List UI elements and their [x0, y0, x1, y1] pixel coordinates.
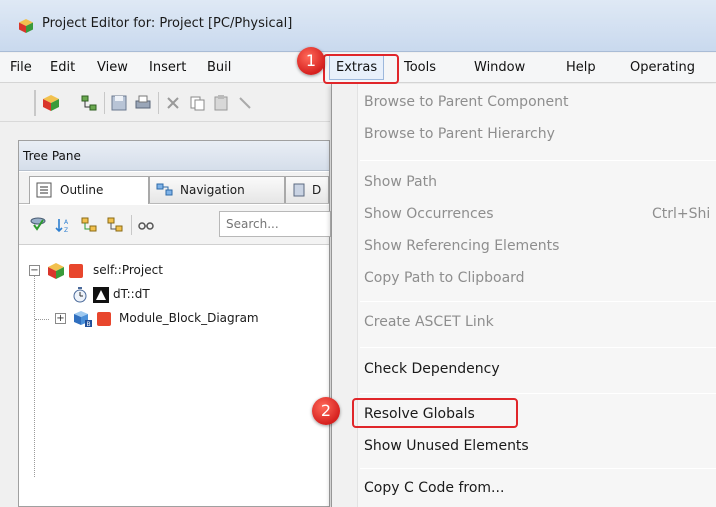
menu-operating[interactable]: Operating: [630, 60, 695, 75]
svg-text:B: B: [87, 321, 91, 328]
expand-tree-icon[interactable]: [81, 217, 99, 233]
project-editor-window: Project Editor for: Project [PC/Physical…: [0, 0, 716, 507]
menu-item-copy-c-code[interactable]: Copy C Code from...: [364, 480, 504, 496]
status-red-icon: [97, 312, 111, 326]
tree-toolbar: AZ: [19, 205, 331, 245]
save-icon[interactable]: [110, 94, 128, 112]
sign-black-icon: [93, 287, 109, 303]
main-toolbar: [0, 84, 330, 122]
menu-separator: [360, 160, 716, 161]
paste-icon[interactable]: [212, 94, 230, 112]
step-badge-2: 2: [312, 397, 340, 425]
module-block-icon: B: [74, 311, 92, 328]
tree-search-input[interactable]: [219, 211, 331, 237]
tab-navigation[interactable]: Navigation: [149, 176, 285, 203]
menu-file[interactable]: File: [10, 60, 32, 75]
database-icon: [293, 183, 305, 197]
expand-toggle[interactable]: +: [55, 313, 66, 324]
menu-edit[interactable]: Edit: [50, 60, 75, 75]
delete-icon[interactable]: [236, 94, 254, 112]
tree-node-label: dT::dT: [113, 287, 150, 301]
step-badge-1: 1: [297, 47, 325, 75]
tab-outline-label: Outline: [60, 183, 104, 197]
menu-item-check-dependency[interactable]: Check Dependency: [364, 361, 500, 377]
window-title: Project Editor for: Project [PC/Physical…: [42, 16, 293, 31]
menu-item-show-referencing-elements[interactable]: Show Referencing Elements: [364, 238, 559, 254]
title-bar: Project Editor for: Project [PC/Physical…: [0, 0, 716, 52]
hierarchy-icon[interactable]: [80, 94, 98, 112]
menu-separator: [360, 468, 716, 469]
timer-icon: [73, 287, 87, 303]
extras-dropdown-menu: Browse to Parent Component Browse to Par…: [331, 84, 716, 507]
project-cube-icon[interactable]: [42, 94, 60, 112]
copy-icon[interactable]: [188, 94, 206, 112]
tab-d-label: D: [312, 183, 322, 197]
tree-pane-tabs: Outline Navigation D: [19, 172, 329, 204]
menu-item-show-path[interactable]: Show Path: [364, 174, 437, 190]
menu-separator: [360, 301, 716, 302]
navigation-icon: [156, 183, 173, 196]
menu-separator: [360, 393, 716, 394]
menu-window[interactable]: Window: [474, 60, 525, 75]
shortcut-show-occurrences: Ctrl+Shi: [652, 206, 711, 222]
menu-item-create-ascet-link[interactable]: Create ASCET Link: [364, 314, 494, 330]
print-icon[interactable]: [134, 94, 152, 112]
menu-help[interactable]: Help: [566, 60, 596, 75]
menu-view[interactable]: View: [97, 60, 128, 75]
svg-text:A: A: [64, 219, 69, 226]
menu-item-show-unused-elements[interactable]: Show Unused Elements: [364, 438, 529, 454]
collapse-tree-icon[interactable]: [107, 217, 125, 233]
cut-icon[interactable]: [164, 94, 182, 112]
status-red-icon: [69, 264, 83, 278]
menu-item-browse-parent-hierarchy[interactable]: Browse to Parent Hierarchy: [364, 126, 555, 142]
tree-pane-title: Tree Pane: [23, 149, 81, 163]
toolbar-separator: [131, 215, 132, 235]
tree-node-label: Module_Block_Diagram: [119, 311, 259, 325]
menu-build[interactable]: Buil: [207, 60, 231, 75]
sort-icon[interactable]: AZ: [55, 217, 73, 233]
outline-icon: [36, 182, 52, 198]
svg-text:Z: Z: [64, 227, 68, 233]
tab-d[interactable]: D: [285, 176, 329, 203]
menu-item-show-occurrences[interactable]: Show Occurrences: [364, 206, 494, 222]
tab-outline[interactable]: Outline: [29, 176, 149, 204]
toolbar-separator: [158, 92, 159, 114]
menu-item-copy-path[interactable]: Copy Path to Clipboard: [364, 270, 525, 286]
collapse-toggle[interactable]: −: [29, 265, 40, 276]
menu-separator: [360, 347, 716, 348]
link-glasses-icon[interactable]: [137, 217, 155, 233]
toolbar-separator: [104, 92, 105, 114]
tree-pane-header: Tree Pane: [19, 141, 329, 171]
toolbar-grip: [34, 90, 36, 116]
tree-row-dt[interactable]: dT::dT: [19, 285, 329, 305]
tab-navigation-label: Navigation: [180, 183, 245, 197]
menu-tools[interactable]: Tools: [404, 60, 436, 75]
tree-branch-line: [35, 319, 49, 320]
tree-row-project[interactable]: − self::Project: [19, 261, 329, 281]
extras-highlight-box: [323, 54, 399, 84]
menu-icon-gutter: [332, 84, 358, 507]
app-cube-icon: [19, 19, 33, 33]
filter-icon[interactable]: [29, 217, 47, 233]
menu-insert[interactable]: Insert: [149, 60, 186, 75]
resolve-globals-highlight-box: [352, 398, 518, 428]
tree-view: − self::Project dT::dT + B Module_Block_…: [19, 247, 329, 497]
tree-pane: Tree Pane Outline Navigation D A Z Searc…: [18, 140, 331, 507]
tree-row-module[interactable]: + B Module_Block_Diagram: [19, 309, 329, 329]
project-cube-icon: [48, 263, 64, 279]
tree-node-label: self::Project: [93, 263, 163, 277]
menu-item-browse-parent-component[interactable]: Browse to Parent Component: [364, 94, 568, 110]
